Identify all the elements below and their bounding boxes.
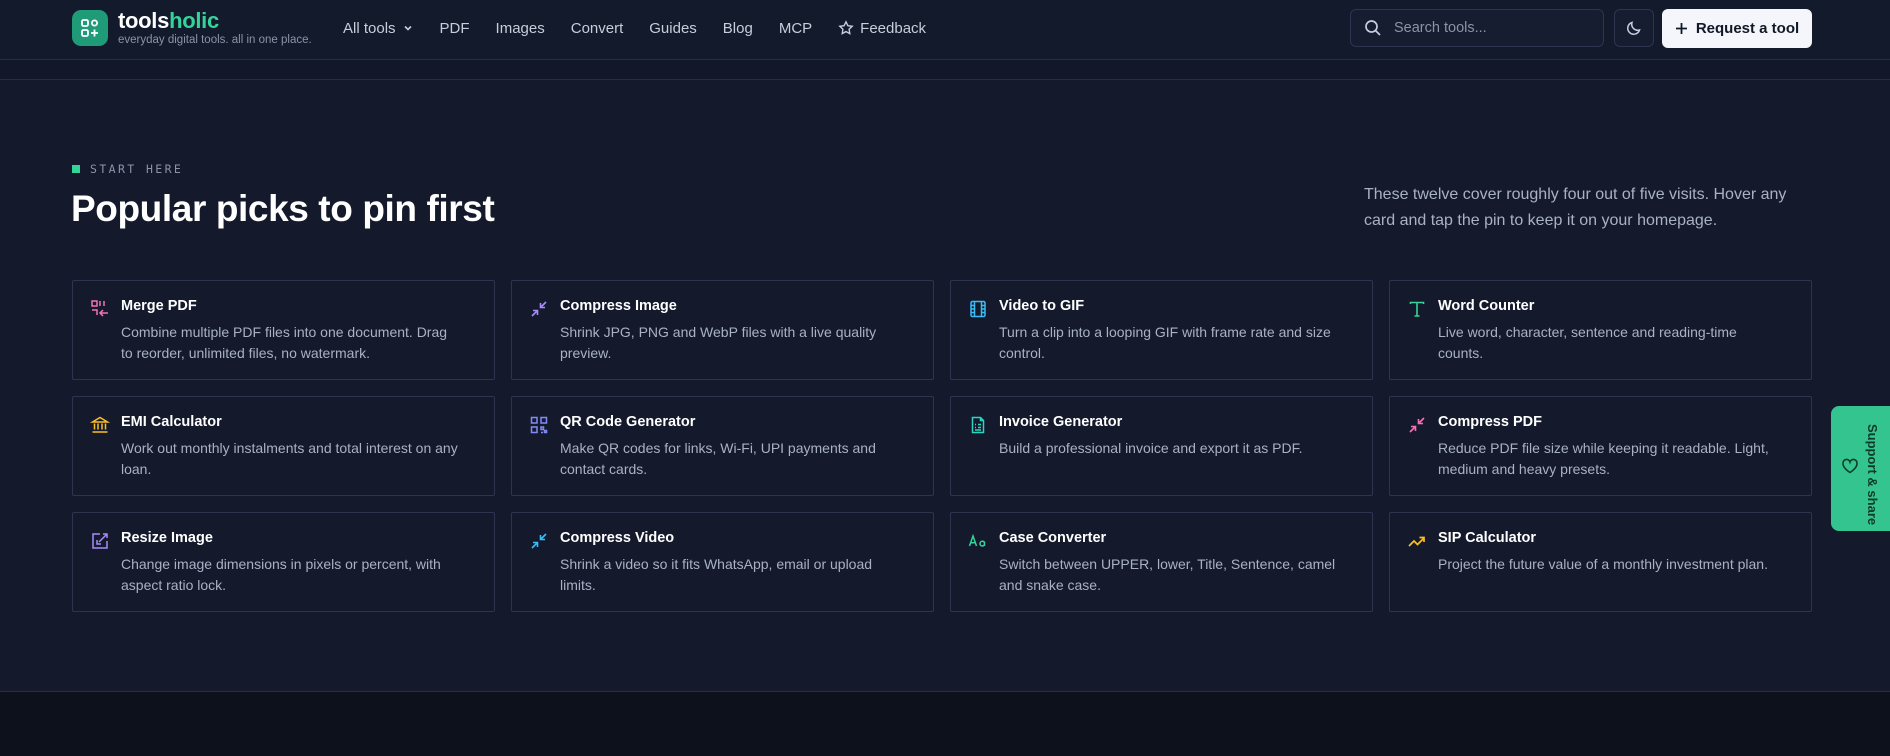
tool-card-qr-code-generator[interactable]: QR Code Generator Make QR codes for link… bbox=[511, 396, 934, 496]
trend-icon bbox=[1407, 531, 1427, 551]
brand[interactable]: toolsholic everyday digital tools. all i… bbox=[118, 8, 312, 47]
main-nav: All tools PDF Images Convert Guides Blog… bbox=[343, 0, 952, 56]
nav-feedback[interactable]: Feedback bbox=[838, 20, 926, 37]
tool-card-compress-video[interactable]: Compress Video Shrink a video so it fits… bbox=[511, 512, 934, 612]
sub-header-strip bbox=[0, 60, 1890, 80]
star-icon bbox=[838, 20, 854, 35]
nav-guides[interactable]: Guides bbox=[649, 20, 697, 37]
nav-all-tools[interactable]: All tools bbox=[343, 20, 414, 37]
moon-icon bbox=[1627, 21, 1641, 35]
tool-card-compress-pdf[interactable]: Compress PDF Reduce PDF file size while … bbox=[1389, 396, 1812, 496]
section-eyebrow: START HERE bbox=[72, 162, 183, 176]
brand-name: toolsholic bbox=[118, 8, 219, 33]
support-share-label: Support & share bbox=[1865, 424, 1880, 526]
section-lede: These twelve cover roughly four out of f… bbox=[1364, 186, 1787, 229]
brand-tagline: everyday digital tools. all in one place… bbox=[118, 34, 312, 46]
tool-card-case-converter[interactable]: Case Converter Switch between UPPER, low… bbox=[950, 512, 1373, 612]
top-header: toolsholic everyday digital tools. all i… bbox=[0, 0, 1890, 60]
chevron-down-icon bbox=[403, 25, 412, 31]
logo-icon[interactable] bbox=[72, 10, 108, 46]
compress-icon bbox=[1407, 415, 1427, 435]
search-box[interactable] bbox=[1350, 9, 1604, 47]
request-tool-button[interactable]: Request a tool bbox=[1662, 9, 1812, 48]
nav-images[interactable]: Images bbox=[496, 20, 545, 37]
case-icon bbox=[968, 531, 988, 551]
qr-icon bbox=[529, 415, 549, 435]
theme-toggle-button[interactable] bbox=[1614, 9, 1654, 47]
tool-card-invoice-generator[interactable]: Invoice Generator Build a professional i… bbox=[950, 396, 1373, 496]
merge-icon bbox=[90, 299, 110, 319]
invoice-icon bbox=[968, 415, 988, 435]
tool-card-emi-calculator[interactable]: EMI Calculator Work out monthly instalme… bbox=[72, 396, 495, 496]
support-share-tab[interactable]: Support & share bbox=[1831, 406, 1890, 531]
tool-card-merge-pdf[interactable]: Merge PDF Combine multiple PDF files int… bbox=[72, 280, 495, 380]
nav-pdf[interactable]: PDF bbox=[440, 20, 470, 37]
nav-mcp[interactable]: MCP bbox=[779, 20, 812, 37]
heart-icon bbox=[1841, 457, 1859, 480]
tool-card-sip-calculator[interactable]: SIP Calculator Project the future value … bbox=[1389, 512, 1812, 612]
tool-card-word-counter[interactable]: Word Counter Live word, character, sente… bbox=[1389, 280, 1812, 380]
section-title: Popular picks to pin first bbox=[71, 188, 495, 229]
resize-icon bbox=[90, 531, 110, 551]
nav-convert[interactable]: Convert bbox=[571, 20, 624, 37]
search-icon bbox=[1365, 20, 1381, 36]
text-icon bbox=[1407, 299, 1427, 319]
tool-card-video-to-gif[interactable]: Video to GIF Turn a clip into a looping … bbox=[950, 280, 1373, 380]
compress-icon bbox=[529, 531, 549, 551]
tool-card-resize-image[interactable]: Resize Image Change image dimensions in … bbox=[72, 512, 495, 612]
nav-blog[interactable]: Blog bbox=[723, 20, 753, 37]
page-footer bbox=[0, 691, 1890, 756]
tools-grid: Merge PDF Combine multiple PDF files int… bbox=[72, 280, 1812, 612]
plus-icon bbox=[1675, 23, 1687, 34]
compress-icon bbox=[529, 299, 549, 319]
film-icon bbox=[968, 299, 988, 319]
bank-icon bbox=[90, 415, 110, 435]
tool-card-compress-image[interactable]: Compress Image Shrink JPG, PNG and WebP … bbox=[511, 280, 934, 380]
search-input[interactable] bbox=[1392, 19, 1596, 37]
eyebrow-marker bbox=[72, 165, 80, 173]
